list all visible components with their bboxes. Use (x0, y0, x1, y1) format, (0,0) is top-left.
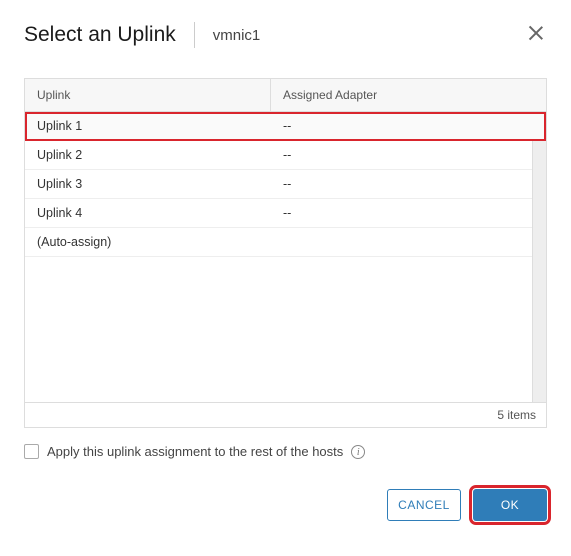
info-icon[interactable]: i (351, 445, 365, 459)
cell-adapter: -- (271, 199, 546, 227)
cell-uplink: Uplink 1 (25, 112, 271, 140)
dialog-subtitle: vmnic1 (213, 27, 261, 44)
close-icon[interactable] (527, 24, 545, 42)
cell-uplink: Uplink 3 (25, 170, 271, 198)
scrollbar[interactable] (532, 112, 546, 402)
select-uplink-dialog: Select an Uplink vmnic1 Uplink Assigned … (0, 0, 571, 541)
ok-button[interactable]: OK (473, 489, 547, 521)
table-header: Uplink Assigned Adapter (25, 79, 546, 112)
table-footer: 5 items (25, 402, 546, 427)
column-header-uplink[interactable]: Uplink (25, 79, 271, 111)
dialog-footer: CANCEL OK (24, 489, 547, 521)
header-divider (194, 22, 195, 48)
uplink-table: Uplink Assigned Adapter Uplink 1 -- Upli… (24, 78, 547, 428)
dialog-title: Select an Uplink (24, 23, 176, 47)
dialog-header: Select an Uplink vmnic1 (24, 22, 547, 48)
cell-uplink: Uplink 4 (25, 199, 271, 227)
cell-uplink: Uplink 2 (25, 141, 271, 169)
cell-adapter: -- (271, 112, 546, 140)
table-row[interactable]: (Auto-assign) (25, 228, 546, 257)
cell-uplink: (Auto-assign) (25, 228, 271, 256)
column-header-adapter[interactable]: Assigned Adapter (271, 79, 546, 111)
table-row[interactable]: Uplink 2 -- (25, 141, 546, 170)
table-row[interactable]: Uplink 1 -- (25, 112, 546, 141)
apply-label: Apply this uplink assignment to the rest… (47, 444, 343, 459)
table-body: Uplink 1 -- Uplink 2 -- Uplink 3 -- Upli… (25, 112, 546, 402)
cancel-button[interactable]: CANCEL (387, 489, 461, 521)
cell-adapter: -- (271, 170, 546, 198)
apply-option: Apply this uplink assignment to the rest… (24, 444, 547, 459)
cell-adapter (271, 228, 546, 256)
cell-adapter: -- (271, 141, 546, 169)
table-row[interactable]: Uplink 3 -- (25, 170, 546, 199)
apply-checkbox[interactable] (24, 444, 39, 459)
table-row[interactable]: Uplink 4 -- (25, 199, 546, 228)
